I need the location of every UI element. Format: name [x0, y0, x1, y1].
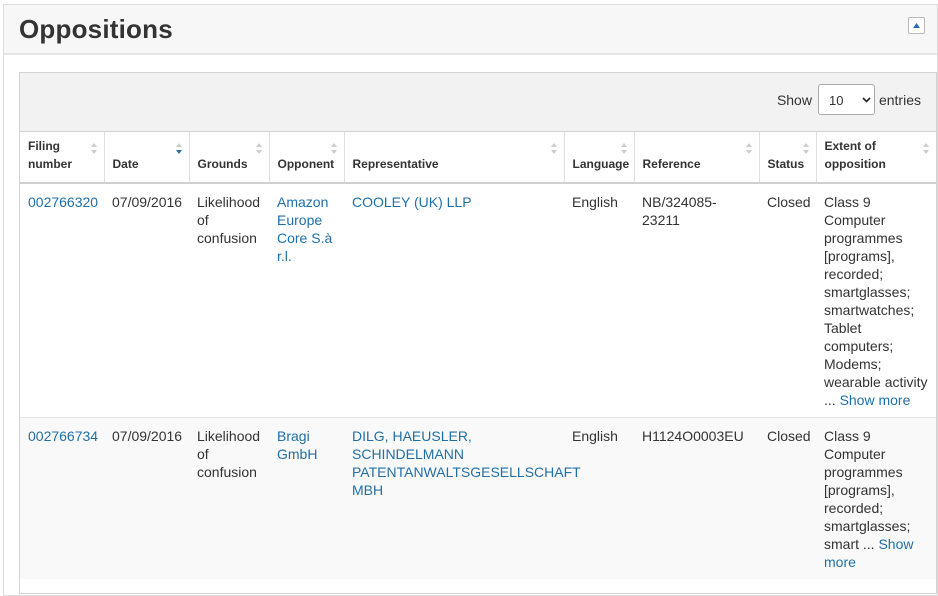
cell-language: English	[564, 417, 634, 579]
column-header-opponent[interactable]: Opponent	[269, 132, 345, 184]
extent-text: Class 9 Computer programmes [programs], …	[824, 428, 911, 552]
representative-link[interactable]: COOLEY (UK) LLP	[352, 194, 472, 210]
extent-ellipsis: ...	[859, 536, 879, 552]
cell-status: Closed	[759, 183, 816, 418]
entries-label: entries	[878, 91, 921, 108]
sort-desc-icon	[175, 143, 182, 154]
show-label: Show	[776, 91, 812, 108]
column-header-language[interactable]: Language	[564, 132, 635, 184]
filing-number-link[interactable]: 002766734	[28, 428, 98, 444]
panel-title: Oppositions	[19, 14, 173, 44]
collapse-button[interactable]	[908, 17, 925, 34]
column-header-reference[interactable]: Reference	[634, 132, 760, 184]
table-row: 002766320 07/09/2016 Likelihood of confu…	[20, 183, 936, 418]
cell-filing-number: 002766320	[20, 183, 104, 418]
sort-both-icon	[330, 143, 337, 154]
panel-header: Oppositions	[4, 5, 937, 55]
table-header-row: Filing number Date Grounds Opponent Repr…	[20, 132, 936, 184]
chevron-down-icon	[859, 85, 874, 114]
extent-text: Class 9 Computer programmes [programs], …	[824, 194, 928, 390]
column-header-extent[interactable]: Extent of opposition	[816, 132, 936, 184]
sort-both-icon	[90, 143, 97, 154]
entries-select[interactable]: 10	[817, 84, 875, 115]
opponent-link[interactable]: Amazon Europe Core S.à r.l.	[277, 194, 332, 264]
column-header-representative[interactable]: Representative	[344, 132, 565, 184]
sort-both-icon	[802, 143, 809, 154]
sort-both-icon	[620, 143, 627, 154]
cell-representative: DILG, HAEUSLER, SCHINDELMANN PATENTANWAL…	[344, 417, 580, 579]
column-header-status[interactable]: Status	[759, 132, 817, 184]
table-row: 002766734 07/09/2016 Likelihood of confu…	[20, 417, 936, 579]
oppositions-panel: Oppositions Show 10 entries Filing numbe…	[3, 4, 938, 596]
cell-reference: NB/324085-23211	[634, 183, 759, 418]
cell-status: Closed	[759, 417, 816, 579]
sort-both-icon	[255, 143, 262, 154]
entries-select-value: 10	[828, 93, 844, 108]
cell-language: English	[564, 183, 634, 418]
sort-both-icon	[745, 143, 752, 154]
representative-link[interactable]: DILG, HAEUSLER, SCHINDELMANN PATENTANWAL…	[352, 428, 580, 498]
cell-grounds: Likelihood of confusion	[189, 183, 269, 418]
cell-extent: Class 9 Computer programmes [programs], …	[816, 183, 936, 418]
sort-both-icon	[550, 143, 557, 154]
caret-up-icon	[913, 23, 920, 28]
opponent-link[interactable]: Bragi GmbH	[277, 428, 317, 462]
oppositions-table: Filing number Date Grounds Opponent Repr…	[20, 132, 936, 579]
cell-extent: Class 9 Computer programmes [programs], …	[816, 417, 936, 579]
cell-opponent: Amazon Europe Core S.à r.l.	[269, 183, 344, 418]
oppositions-table-wrapper: Show 10 entries Filing number Date Groun…	[19, 72, 937, 594]
column-header-date[interactable]: Date	[104, 132, 190, 184]
sort-both-icon	[923, 143, 929, 154]
cell-reference: H1124O0003EU	[634, 417, 759, 579]
column-header-grounds[interactable]: Grounds	[189, 132, 270, 184]
filing-number-link[interactable]: 002766320	[28, 194, 98, 210]
table-toolbar: Show 10 entries	[20, 73, 936, 132]
extent-ellipsis: ...	[824, 392, 840, 408]
entries-length-control: Show 10 entries	[777, 84, 921, 115]
cell-grounds: Likelihood of confusion	[189, 417, 269, 579]
cell-filing-number: 002766734	[20, 417, 104, 579]
cell-date: 07/09/2016	[104, 417, 189, 579]
show-more-link[interactable]: Show more	[840, 392, 911, 408]
cell-date: 07/09/2016	[104, 183, 189, 418]
cell-opponent: Bragi GmbH	[269, 417, 344, 579]
column-header-filing-number[interactable]: Filing number	[20, 132, 105, 184]
cell-representative: COOLEY (UK) LLP	[344, 183, 564, 418]
